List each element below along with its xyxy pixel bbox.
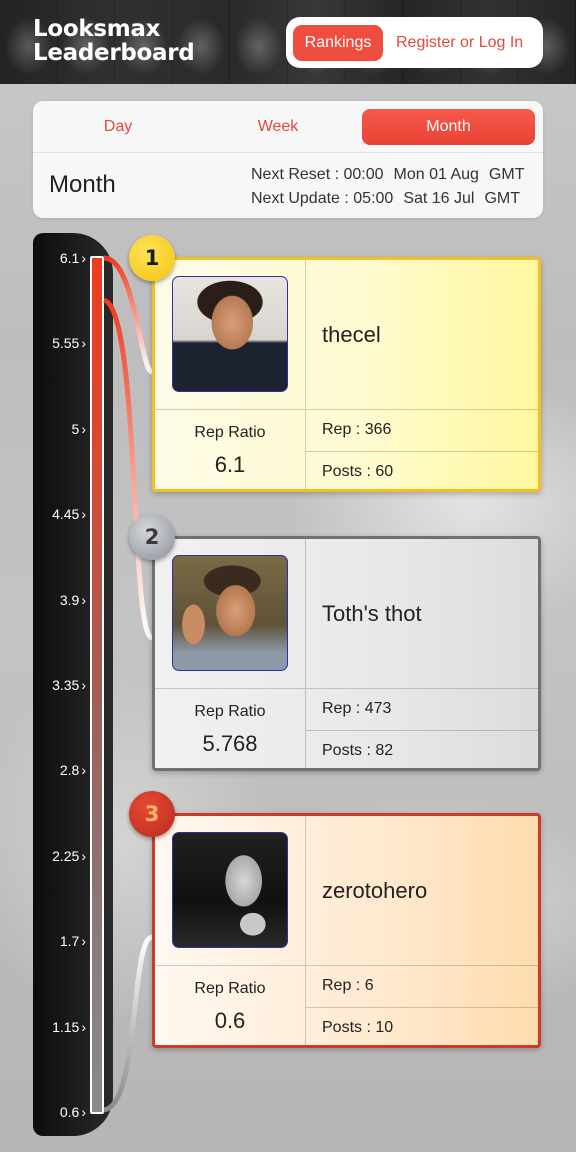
avatar-cell [155, 816, 306, 966]
next-update-time: Next Update : 05:00 [251, 190, 394, 207]
scale-tick-label: 3.9 [40, 592, 86, 608]
register-login-link[interactable]: Register or Log In [396, 34, 523, 52]
next-reset-tz: GMT [488, 166, 525, 183]
tab-month[interactable]: Month [362, 109, 535, 145]
avatar[interactable] [172, 555, 288, 671]
scale-tick-label: 0.6 [40, 1104, 86, 1120]
rank-badge-1: 1 [129, 235, 175, 281]
ratio-scale-bar [90, 256, 104, 1114]
rep-ratio-value: 5.768 [202, 731, 258, 756]
scale-tick-label: 6.1 [40, 250, 86, 266]
site-logo[interactable]: Looksmax Leaderboard [33, 16, 195, 66]
rep-count: Rep : 366 [306, 410, 538, 452]
rep-ratio-cell: Rep Ratio 0.6 [155, 966, 306, 1045]
leader-card-2[interactable]: Toth's thot Rep Ratio 5.768 Rep : 473 Po… [152, 536, 541, 771]
brand-line-2: Leaderboard [33, 40, 195, 66]
next-update-row: Next Update : 05:00 Sat 16 Jul GMT [251, 187, 534, 211]
leader-card-3[interactable]: zerotohero Rep Ratio 0.6 Rep : 6 Posts :… [152, 813, 541, 1048]
site-header: Looksmax Leaderboard Rankings Register o… [0, 0, 576, 84]
next-reset-date: Mon 01 Aug [393, 166, 479, 183]
divider [33, 152, 543, 153]
post-count: Posts : 60 [322, 463, 394, 480]
rankings-button[interactable]: Rankings [293, 24, 383, 61]
rep-ratio-cell: Rep Ratio 6.1 [155, 410, 306, 489]
next-reset-time: Next Reset : 00:00 [251, 166, 384, 183]
next-reset-row: Next Reset : 00:00 Mon 01 Aug GMT [251, 163, 534, 187]
brand-line-1: Looksmax [33, 16, 161, 42]
post-count: Posts : 82 [322, 742, 394, 759]
top-nav: Rankings Register or Log In [286, 17, 543, 68]
schedule-info: Next Reset : 00:00 Mon 01 Aug GMT Next Upd… [251, 163, 534, 211]
tab-day[interactable]: Day [33, 109, 203, 145]
avatar[interactable] [172, 276, 288, 392]
username[interactable]: zerotohero [306, 816, 538, 966]
next-update-date: Sat 16 Jul [403, 190, 475, 207]
rep-ratio-label: Rep Ratio [194, 424, 266, 441]
period-panel: Day Week Month Month Next Reset : 00:00 M… [33, 101, 543, 218]
post-count: Posts : 10 [322, 1019, 394, 1036]
scale-tick-label: 5 [40, 421, 86, 437]
scale-tick-label: 4.45 [40, 506, 86, 522]
rank-badge-3: 3 [129, 791, 175, 837]
scale-tick-label: 1.7 [40, 933, 86, 949]
username[interactable]: Toth's thot [306, 539, 538, 689]
next-update-tz: GMT [484, 190, 521, 207]
rep-ratio-label: Rep Ratio [194, 703, 266, 720]
scale-tick-label: 5.55 [40, 335, 86, 351]
rank-badge-2: 2 [129, 514, 175, 560]
rep-ratio-label: Rep Ratio [194, 980, 266, 997]
avatar[interactable] [172, 832, 288, 948]
rep-ratio-value: 6.1 [214, 452, 246, 477]
rep-count: Rep : 473 [306, 689, 538, 731]
rep-count: Rep : 6 [306, 966, 538, 1008]
scale-tick-label: 3.35 [40, 677, 86, 693]
rep-ratio-cell: Rep Ratio 5.768 [155, 689, 306, 768]
avatar-cell [155, 260, 306, 410]
rep-ratio-value: 0.6 [214, 1008, 246, 1033]
scale-tick-label: 1.15 [40, 1019, 86, 1035]
page-title: Month [49, 171, 116, 198]
username[interactable]: thecel [306, 260, 538, 410]
scale-tick-label: 2.8 [40, 762, 86, 778]
period-tabs: Day Week Month [33, 109, 543, 145]
leader-card-1[interactable]: thecel Rep Ratio 6.1 Rep : 366 Posts : 6… [152, 257, 541, 492]
tab-week[interactable]: Week [193, 109, 363, 145]
avatar-cell [155, 539, 306, 689]
scale-tick-label: 2.25 [40, 848, 86, 864]
